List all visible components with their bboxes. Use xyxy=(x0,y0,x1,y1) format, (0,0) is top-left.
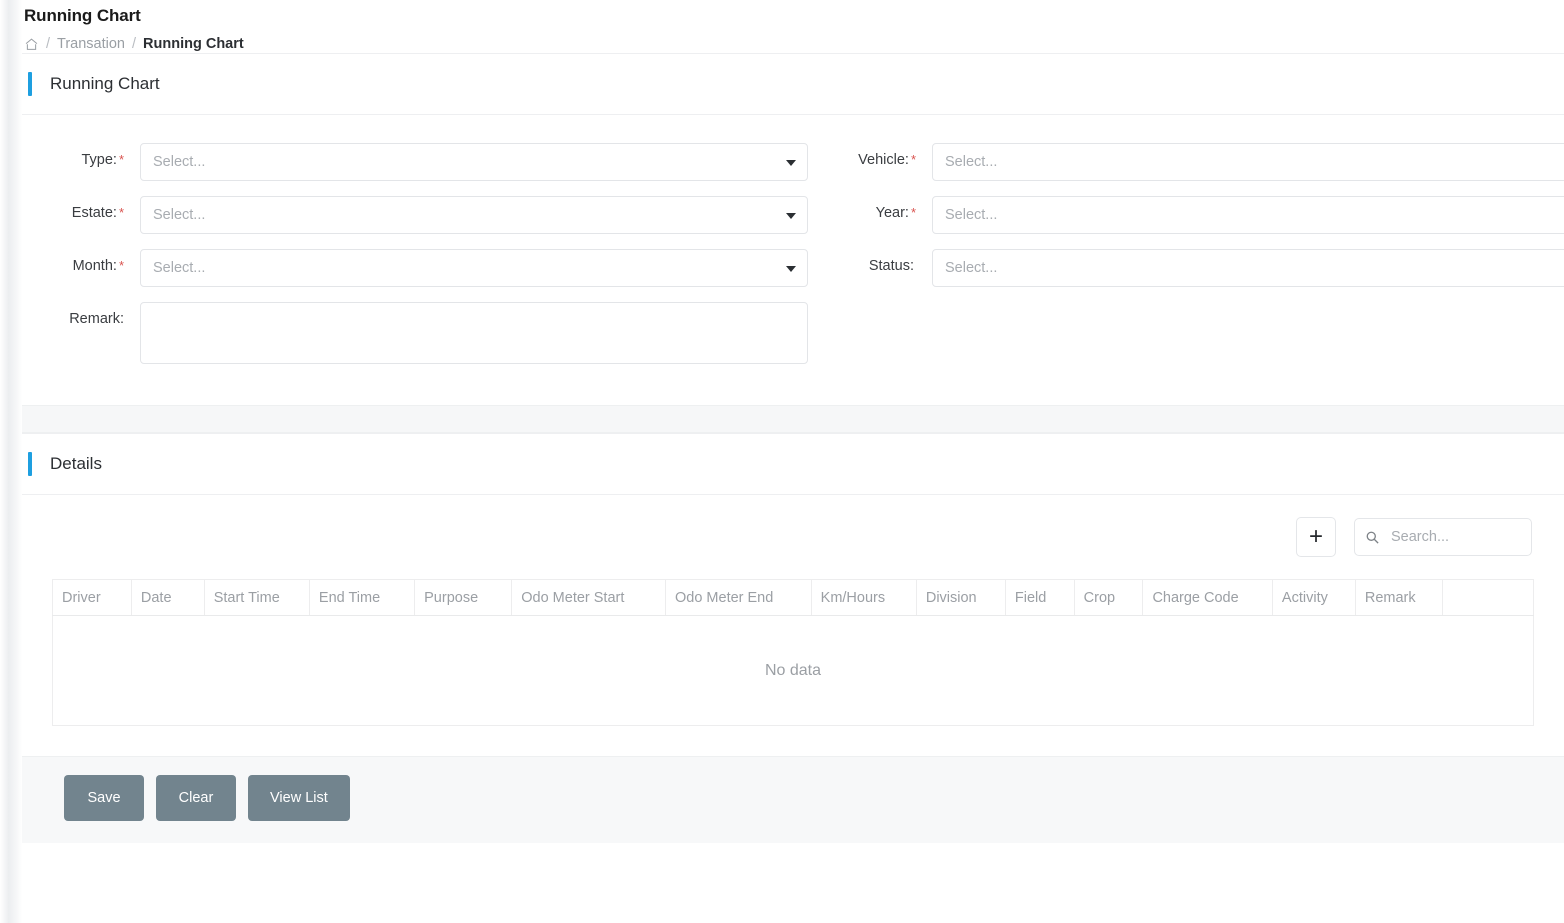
type-required-marker: * xyxy=(118,152,124,167)
estate-select-placeholder: Select... xyxy=(153,207,206,223)
field-month: Month: * Select... xyxy=(52,249,808,287)
details-section-title: Details xyxy=(50,454,102,473)
details-table: Driver Date Start Time End Time Purpose … xyxy=(52,579,1534,726)
month-label: Month: * xyxy=(52,249,124,274)
month-label-text: Month: xyxy=(72,258,117,274)
search-input[interactable] xyxy=(1389,528,1521,546)
page-title: Running Chart xyxy=(24,6,141,25)
details-card: Details + Search... Driver Date Start Ti… xyxy=(22,433,1564,756)
plus-icon: + xyxy=(1308,523,1323,550)
column-header-purpose[interactable]: Purpose xyxy=(414,579,513,616)
type-label-text: Type: xyxy=(81,152,117,168)
running-chart-page: Running Chart / Transation / Running Cha… xyxy=(0,0,1564,923)
running-chart-form-card: Running Chart Type: * Select... Estate: … xyxy=(22,53,1564,405)
estate-label-text: Estate: xyxy=(71,205,117,221)
save-button[interactable]: Save xyxy=(64,775,144,821)
form-column-left: Type: * Select... Estate: * Select... Mo… xyxy=(52,143,808,379)
column-header-date[interactable]: Date xyxy=(131,579,205,616)
details-section-header: Details xyxy=(22,434,1564,495)
form-actions-footer: Save Clear View List xyxy=(22,756,1564,843)
type-select-placeholder: Select... xyxy=(153,154,206,170)
field-vehicle: Vehicle: * Select... xyxy=(838,143,1564,181)
column-header-km-hours[interactable]: Km/Hours xyxy=(811,579,917,616)
month-select[interactable]: Select... xyxy=(140,249,808,287)
details-table-body: No data xyxy=(52,615,1534,726)
chevron-down-icon xyxy=(786,160,796,166)
form-section-title: Running Chart xyxy=(50,74,160,93)
column-header-end-time[interactable]: End Time xyxy=(309,579,416,616)
search-icon xyxy=(1365,530,1380,545)
details-table-header-row: Driver Date Start Time End Time Purpose … xyxy=(52,579,1534,616)
remark-textarea[interactable] xyxy=(140,302,808,364)
estate-select[interactable]: Select... xyxy=(140,196,808,234)
column-header-start-time[interactable]: Start Time xyxy=(204,579,310,616)
breadcrumb-separator-2: / xyxy=(132,36,137,52)
column-header-actions xyxy=(1442,579,1534,616)
chevron-down-icon xyxy=(786,213,796,219)
add-row-button[interactable]: + xyxy=(1296,517,1336,557)
breadcrumb-separator-1: / xyxy=(46,36,51,52)
section-accent-bar xyxy=(28,72,32,96)
field-type: Type: * Select... xyxy=(52,143,808,181)
vehicle-label: Vehicle: * xyxy=(838,143,916,168)
year-required-marker: * xyxy=(910,205,916,220)
form-section-header: Running Chart xyxy=(22,54,1564,115)
column-header-odo-meter-end[interactable]: Odo Meter End xyxy=(665,579,812,616)
vehicle-required-marker: * xyxy=(910,152,916,167)
status-select-placeholder: Select... xyxy=(945,260,998,276)
form-body: Type: * Select... Estate: * Select... Mo… xyxy=(22,115,1564,405)
no-data-message: No data xyxy=(52,615,1534,726)
year-select[interactable]: Select... xyxy=(932,196,1564,234)
breadcrumb: / Transation / Running Chart xyxy=(24,35,1564,53)
vehicle-select[interactable]: Select... xyxy=(932,143,1564,181)
view-list-button[interactable]: View List xyxy=(248,775,350,821)
status-label-text: Status: xyxy=(868,258,914,274)
clear-button[interactable]: Clear xyxy=(156,775,236,821)
status-label: Status: xyxy=(838,249,916,274)
form-grid: Type: * Select... Estate: * Select... Mo… xyxy=(52,143,1564,379)
breadcrumb-current: Running Chart xyxy=(143,36,244,52)
details-body: + Search... Driver Date Start Time End T… xyxy=(22,495,1564,756)
column-header-field[interactable]: Field xyxy=(1005,579,1075,616)
remark-label-text: Remark: xyxy=(69,311,124,327)
table-toolbar: + xyxy=(52,517,1534,557)
home-icon[interactable] xyxy=(24,37,39,52)
page-header: Running Chart / Transation / Running Cha… xyxy=(0,0,1564,53)
vehicle-label-text: Vehicle: xyxy=(858,152,909,168)
section-accent-bar xyxy=(28,452,32,476)
chevron-down-icon xyxy=(786,266,796,272)
field-year: Year: * Select... xyxy=(838,196,1564,234)
search-box[interactable] xyxy=(1354,518,1532,556)
column-header-driver[interactable]: Driver xyxy=(52,579,132,616)
year-label-text: Year: xyxy=(875,205,909,221)
column-header-division[interactable]: Division xyxy=(916,579,1006,616)
field-estate: Estate: * Select... xyxy=(52,196,808,234)
remark-label: Remark: xyxy=(52,302,124,327)
field-remark: Remark: xyxy=(52,302,808,364)
status-select[interactable]: Select... xyxy=(932,249,1564,287)
type-label: Type: * xyxy=(52,143,124,168)
year-label: Year: * xyxy=(838,196,916,221)
details-table-empty-row: No data xyxy=(52,615,1534,726)
vehicle-select-placeholder: Select... xyxy=(945,154,998,170)
column-header-activity[interactable]: Activity xyxy=(1272,579,1356,616)
column-header-charge-code[interactable]: Charge Code xyxy=(1142,579,1273,616)
month-required-marker: * xyxy=(118,258,124,273)
column-header-crop[interactable]: Crop xyxy=(1074,579,1144,616)
month-select-placeholder: Select... xyxy=(153,260,206,276)
breadcrumb-parent[interactable]: Transation xyxy=(57,35,125,53)
estate-label: Estate: * xyxy=(52,196,124,221)
field-status: Status: Select... xyxy=(838,249,1564,287)
details-table-head: Driver Date Start Time End Time Purpose … xyxy=(52,579,1534,616)
form-column-right: Vehicle: * Select... Year: * Select... S… xyxy=(838,143,1564,379)
estate-required-marker: * xyxy=(118,205,124,220)
type-select[interactable]: Select... xyxy=(140,143,808,181)
year-select-placeholder: Select... xyxy=(945,207,998,223)
column-header-odo-meter-start[interactable]: Odo Meter Start xyxy=(511,579,666,616)
column-header-remark[interactable]: Remark xyxy=(1355,579,1443,616)
card-separator xyxy=(22,405,1564,433)
left-edge-shadow xyxy=(0,0,22,923)
